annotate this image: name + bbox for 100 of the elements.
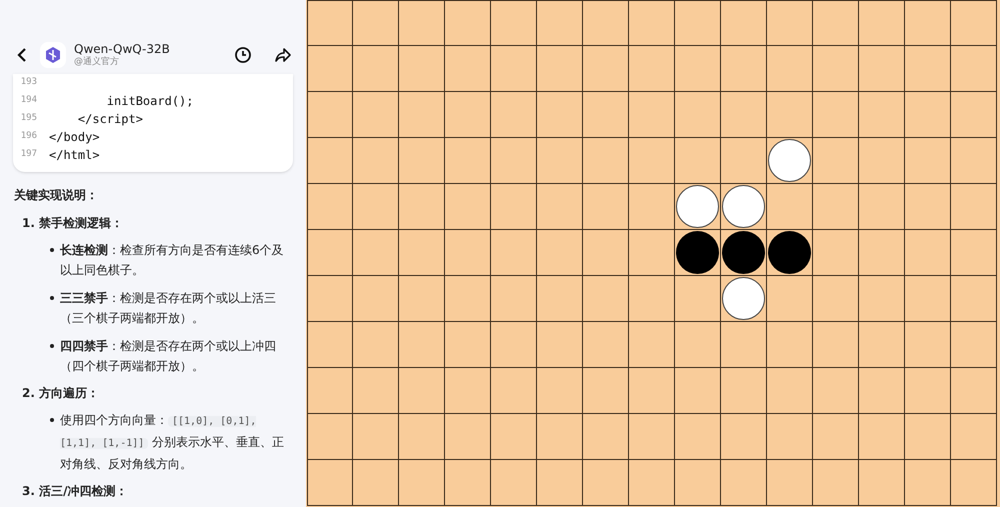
board-cell[interactable] [491, 184, 537, 230]
board-cell[interactable] [353, 322, 399, 368]
board-cell[interactable] [905, 368, 951, 414]
board-cell[interactable] [721, 414, 767, 460]
board-cell[interactable] [353, 414, 399, 460]
board-cell[interactable] [445, 460, 491, 506]
board-cell[interactable] [353, 184, 399, 230]
board-cell[interactable] [813, 0, 859, 46]
board-cell[interactable] [445, 92, 491, 138]
board-cell[interactable] [537, 46, 583, 92]
board-cell[interactable] [307, 184, 353, 230]
board-cell[interactable] [583, 138, 629, 184]
board-cell[interactable] [307, 92, 353, 138]
board-cell[interactable] [675, 322, 721, 368]
board-cell[interactable] [491, 276, 537, 322]
board-cell[interactable] [353, 0, 399, 46]
board-cell[interactable] [445, 0, 491, 46]
board-cell[interactable] [583, 92, 629, 138]
board-cell[interactable] [813, 184, 859, 230]
board-cell[interactable] [537, 322, 583, 368]
board-cell[interactable] [629, 46, 675, 92]
board-cell[interactable] [767, 92, 813, 138]
board-cell[interactable] [813, 322, 859, 368]
board-cell[interactable] [951, 92, 997, 138]
board-cell[interactable] [767, 276, 813, 322]
board-cell[interactable] [905, 0, 951, 46]
board-cell[interactable] [353, 230, 399, 276]
board-cell[interactable] [905, 276, 951, 322]
board-cell[interactable] [307, 138, 353, 184]
board-cell[interactable] [859, 92, 905, 138]
board-cell[interactable] [813, 414, 859, 460]
board-cell[interactable] [307, 46, 353, 92]
board-cell[interactable] [399, 46, 445, 92]
board-cell[interactable] [859, 184, 905, 230]
history-icon[interactable] [234, 45, 254, 65]
board-cell[interactable] [951, 138, 997, 184]
board-cell[interactable] [859, 414, 905, 460]
board-cell[interactable] [583, 276, 629, 322]
board-cell[interactable] [905, 138, 951, 184]
board-cell[interactable] [813, 460, 859, 506]
board-cell[interactable] [813, 368, 859, 414]
board-cell[interactable] [399, 322, 445, 368]
board-cell[interactable] [675, 460, 721, 506]
board-cell[interactable] [813, 230, 859, 276]
board-cell[interactable] [629, 0, 675, 46]
board-cell[interactable] [629, 414, 675, 460]
board-cell[interactable] [859, 46, 905, 92]
board-cell[interactable] [537, 230, 583, 276]
board-cell[interactable] [721, 46, 767, 92]
board-cell[interactable] [307, 276, 353, 322]
board-cell[interactable] [951, 322, 997, 368]
board-cell[interactable] [629, 276, 675, 322]
board-cell[interactable] [629, 184, 675, 230]
board-cell[interactable] [905, 460, 951, 506]
board-cell[interactable] [307, 414, 353, 460]
board-cell[interactable] [721, 138, 767, 184]
board-cell[interactable] [583, 368, 629, 414]
board-cell[interactable] [675, 0, 721, 46]
board-cell[interactable] [859, 138, 905, 184]
board-cell[interactable] [629, 460, 675, 506]
board-cell[interactable] [675, 46, 721, 92]
board-cell[interactable] [445, 276, 491, 322]
board-cell[interactable] [813, 46, 859, 92]
board-cell[interactable] [399, 184, 445, 230]
board-cell[interactable] [767, 0, 813, 46]
board-cell[interactable] [353, 46, 399, 92]
board-cell[interactable] [859, 322, 905, 368]
board-cell[interactable] [353, 138, 399, 184]
board-cell[interactable] [675, 276, 721, 322]
board-cell[interactable] [445, 230, 491, 276]
board-cell[interactable] [491, 92, 537, 138]
board-cell[interactable] [629, 92, 675, 138]
board-cell[interactable] [905, 46, 951, 92]
board-cell[interactable] [399, 414, 445, 460]
board-cell[interactable] [675, 414, 721, 460]
board-cell[interactable] [537, 92, 583, 138]
board-cell[interactable] [307, 322, 353, 368]
board-cell[interactable] [399, 368, 445, 414]
board-cell[interactable] [537, 368, 583, 414]
board-cell[interactable] [813, 138, 859, 184]
board-cell[interactable] [307, 0, 353, 46]
board-cell[interactable] [307, 368, 353, 414]
board-cell[interactable] [721, 368, 767, 414]
board-cell[interactable] [537, 138, 583, 184]
board-cell[interactable] [813, 92, 859, 138]
board-cell[interactable] [951, 276, 997, 322]
board-cell[interactable] [905, 184, 951, 230]
board-cell[interactable] [353, 460, 399, 506]
board-cell[interactable] [721, 460, 767, 506]
board-cell[interactable] [675, 92, 721, 138]
board-cell[interactable] [951, 0, 997, 46]
board-cell[interactable] [537, 0, 583, 46]
board-cell[interactable] [445, 138, 491, 184]
board-cell[interactable] [951, 230, 997, 276]
board-cell[interactable] [859, 276, 905, 322]
board-cell[interactable] [537, 414, 583, 460]
board-cell[interactable] [491, 230, 537, 276]
board-cell[interactable] [767, 414, 813, 460]
board-cell[interactable] [859, 0, 905, 46]
board-cell[interactable] [491, 368, 537, 414]
